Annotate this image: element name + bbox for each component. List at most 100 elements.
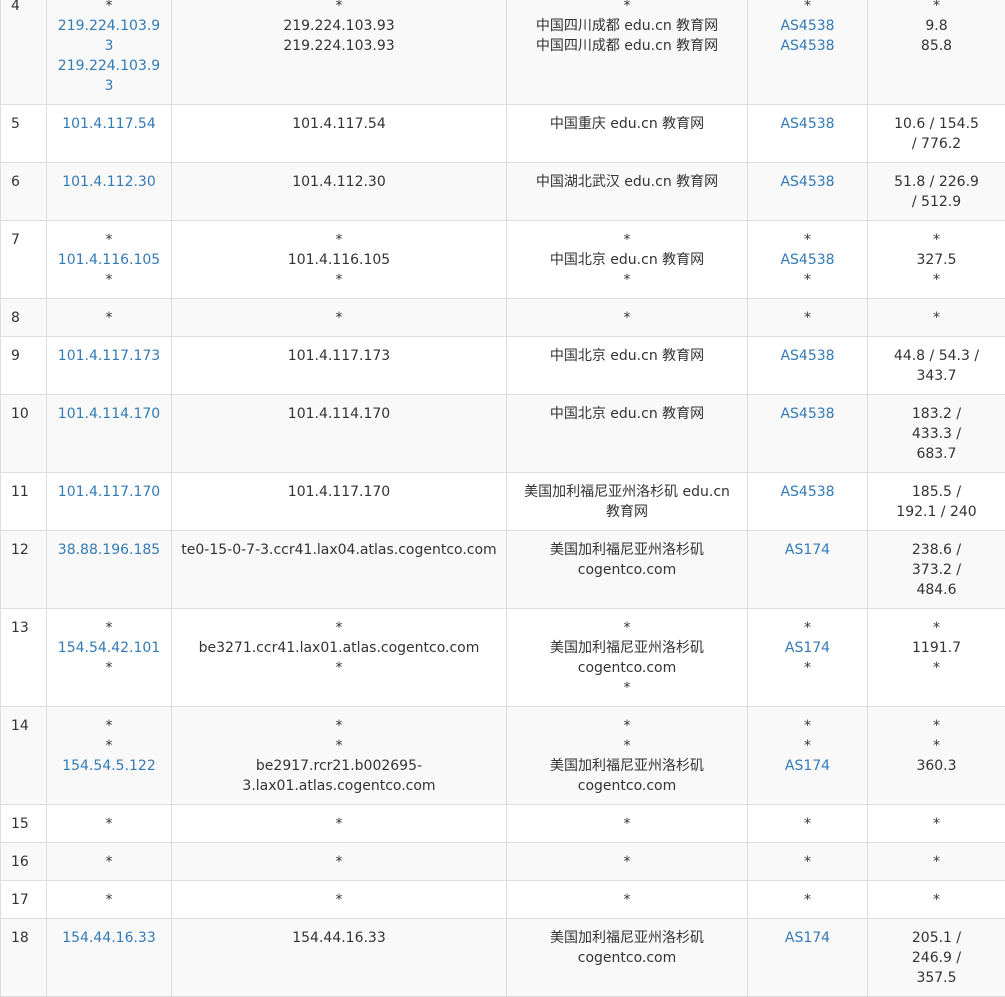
table-row: 9101.4.117.173101.4.117.173中国北京 edu.cn 教… xyxy=(1,337,1005,395)
no-response-marker: * xyxy=(180,814,498,834)
asn-link[interactable]: AS4538 xyxy=(752,16,863,36)
latency-cell: 205.1 / 246.9 / 357.5 xyxy=(868,919,1005,997)
no-response-marker: * xyxy=(55,736,163,756)
no-response-marker: * xyxy=(890,890,983,910)
no-response-marker: * xyxy=(752,716,863,736)
no-response-marker: * xyxy=(515,716,739,736)
asn-link[interactable]: AS174 xyxy=(752,638,863,658)
hostname-cell: 154.44.16.33 xyxy=(172,919,507,997)
asn-cell: AS4538 xyxy=(748,163,868,221)
hostname: be2917.rcr21.b002695-3.lax01.atlas.cogen… xyxy=(180,756,498,796)
asn-link[interactable]: AS4538 xyxy=(752,172,863,192)
hostname-cell: *101.4.116.105* xyxy=(172,221,507,299)
location-cell: 美国加利福尼亚州洛杉矶 edu.cn 教育网 xyxy=(507,473,748,531)
no-response-marker: * xyxy=(890,0,983,16)
no-response-marker: * xyxy=(180,0,498,16)
table-row: 14**154.54.5.122**be2917.rcr21.b002695-3… xyxy=(1,707,1005,805)
asn-link[interactable]: AS174 xyxy=(752,928,863,948)
location-cell: **美国加利福尼亚州洛杉矶 cogentco.com xyxy=(507,707,748,805)
ip-cell: * xyxy=(47,805,172,843)
asn-cell: * xyxy=(748,299,868,337)
ip-address-link[interactable]: 101.4.112.30 xyxy=(55,172,163,192)
asn-cell: *AS4538AS4538 xyxy=(748,0,868,105)
ip-address-link[interactable]: 219.224.103.93 xyxy=(55,16,163,56)
ip-address-link[interactable]: 101.4.114.170 xyxy=(55,404,163,424)
location-cell: *中国四川成都 edu.cn 教育网中国四川成都 edu.cn 教育网 xyxy=(507,0,748,105)
no-response-marker: * xyxy=(515,852,739,872)
location: 中国四川成都 edu.cn 教育网 xyxy=(515,36,739,56)
hop-number: 9 xyxy=(1,337,47,395)
no-response-marker: * xyxy=(752,890,863,910)
ip-cell: * xyxy=(47,843,172,881)
hostname-cell: * xyxy=(172,881,507,919)
location: 美国加利福尼亚州洛杉矶 cogentco.com xyxy=(515,756,739,796)
no-response-marker: * xyxy=(55,658,163,678)
hostname-cell: 101.4.117.173 xyxy=(172,337,507,395)
no-response-marker: * xyxy=(752,308,863,328)
no-response-marker: * xyxy=(752,658,863,678)
location: 美国加利福尼亚州洛杉矶 edu.cn 教育网 xyxy=(515,482,739,522)
ip-address-link[interactable]: 101.4.117.173 xyxy=(55,346,163,366)
location-cell: *中国北京 edu.cn 教育网* xyxy=(507,221,748,299)
hop-number: 16 xyxy=(1,843,47,881)
asn-cell: AS4538 xyxy=(748,105,868,163)
latency-cell: * xyxy=(868,299,1005,337)
no-response-marker: * xyxy=(55,716,163,736)
ip-cell: 101.4.114.170 xyxy=(47,395,172,473)
no-response-marker: * xyxy=(890,658,983,678)
ip-cell: *101.4.116.105* xyxy=(47,221,172,299)
asn-link[interactable]: AS4538 xyxy=(752,404,863,424)
no-response-marker: * xyxy=(752,736,863,756)
hostname: te0-15-0-7-3.ccr41.lax04.atlas.cogentco.… xyxy=(180,540,498,560)
location: 美国加利福尼亚州洛杉矶 cogentco.com xyxy=(515,638,739,678)
no-response-marker: * xyxy=(890,270,983,290)
latency-cell: * xyxy=(868,843,1005,881)
table-row: 13*154.54.42.101**be3271.ccr41.lax01.atl… xyxy=(1,609,1005,707)
ip-address-link[interactable]: 154.44.16.33 xyxy=(55,928,163,948)
ip-address-link[interactable]: 101.4.117.170 xyxy=(55,482,163,502)
no-response-marker: * xyxy=(55,890,163,910)
latency-cell: *327.5* xyxy=(868,221,1005,299)
latency: 183.2 / 433.3 / 683.7 xyxy=(890,404,983,464)
asn-link[interactable]: AS174 xyxy=(752,756,863,776)
ip-address-link[interactable]: 154.54.42.101 xyxy=(55,638,163,658)
ip-address-link[interactable]: 38.88.196.185 xyxy=(55,540,163,560)
latency: 85.8 xyxy=(890,36,983,56)
asn-link[interactable]: AS4538 xyxy=(752,250,863,270)
location-cell: 中国北京 edu.cn 教育网 xyxy=(507,395,748,473)
hostname-cell: te0-15-0-7-3.ccr41.lax04.atlas.cogentco.… xyxy=(172,531,507,609)
asn-link[interactable]: AS4538 xyxy=(752,346,863,366)
table-row: 6101.4.112.30101.4.112.30中国湖北武汉 edu.cn 教… xyxy=(1,163,1005,221)
asn-link[interactable]: AS4538 xyxy=(752,36,863,56)
hostname-cell: * xyxy=(172,299,507,337)
table-row: 8***** xyxy=(1,299,1005,337)
no-response-marker: * xyxy=(890,230,983,250)
ip-address-link[interactable]: 101.4.116.105 xyxy=(55,250,163,270)
no-response-marker: * xyxy=(515,678,739,698)
no-response-marker: * xyxy=(515,308,739,328)
ip-cell: 101.4.112.30 xyxy=(47,163,172,221)
asn-link[interactable]: AS174 xyxy=(752,540,863,560)
no-response-marker: * xyxy=(515,0,739,16)
hostname: 101.4.112.30 xyxy=(180,172,498,192)
no-response-marker: * xyxy=(55,814,163,834)
asn-cell: **AS174 xyxy=(748,707,868,805)
no-response-marker: * xyxy=(515,230,739,250)
ip-cell: * xyxy=(47,881,172,919)
no-response-marker: * xyxy=(180,308,498,328)
asn-link[interactable]: AS4538 xyxy=(752,482,863,502)
no-response-marker: * xyxy=(890,736,983,756)
location: 中国四川成都 edu.cn 教育网 xyxy=(515,16,739,36)
hostname-cell: 101.4.114.170 xyxy=(172,395,507,473)
hostname-cell: *be3271.ccr41.lax01.atlas.cogentco.com* xyxy=(172,609,507,707)
latency: 205.1 / 246.9 / 357.5 xyxy=(890,928,983,988)
ip-address-link[interactable]: 219.224.103.93 xyxy=(55,56,163,96)
location-cell: * xyxy=(507,843,748,881)
asn-link[interactable]: AS4538 xyxy=(752,114,863,134)
ip-address-link[interactable]: 101.4.117.54 xyxy=(55,114,163,134)
table-row: 4*219.224.103.93219.224.103.93*219.224.1… xyxy=(1,0,1005,105)
hostname-cell: 101.4.117.54 xyxy=(172,105,507,163)
asn-cell: AS4538 xyxy=(748,337,868,395)
location: 美国加利福尼亚州洛杉矶 cogentco.com xyxy=(515,928,739,968)
ip-address-link[interactable]: 154.54.5.122 xyxy=(55,756,163,776)
